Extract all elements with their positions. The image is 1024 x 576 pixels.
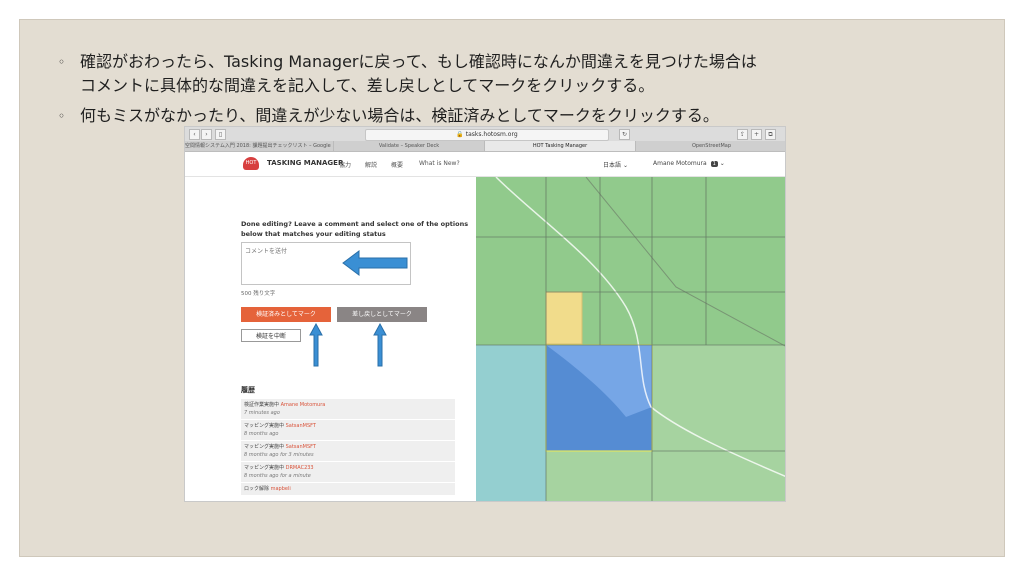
user-menu[interactable]: Amane Motomura 1 ⌄ — [653, 160, 725, 167]
arrow-up-icon — [309, 323, 323, 367]
bullet-text: 何もミスがなかったり、間違えが少ない場合は、検証済みとしてマークをクリックする。 — [80, 104, 719, 128]
history-time: 8 months ago — [244, 431, 279, 437]
mark-validated-button[interactable]: 検証済みとしてマーク — [241, 307, 331, 322]
history-user[interactable]: SatsanMSFT — [286, 444, 316, 450]
browser-toolbar: ‹ › ▯ 🔒 tasks.hotosm.org ↻ ⇪ + ⧉ — [185, 127, 785, 142]
arrow-left-icon — [342, 250, 408, 276]
history-line: マッピング実施中 DRMAC233 — [244, 464, 452, 472]
bullet-item: ◦ 確認がおわったら、Tasking Managerに戻って、もし確認時になんか… — [58, 50, 958, 98]
history-time: 7 minutes ago — [244, 410, 280, 416]
back-icon[interactable]: ‹ — [189, 129, 200, 140]
history-line: ロック解除 mapbeli — [244, 485, 452, 493]
address-bar[interactable]: 🔒 tasks.hotosm.org — [365, 129, 609, 141]
history-action: ロック解除 — [244, 486, 270, 492]
bullet-text: 確認がおわったら、Tasking Managerに戻って、もし確認時になんか間違… — [80, 50, 757, 98]
task-panel: Done editing? Leave a comment and select… — [185, 177, 476, 501]
app-header: HOT TASKING MANAGER 協力 解説 概要 What is New… — [185, 152, 785, 177]
nav-learn[interactable]: 解説 — [365, 160, 377, 169]
add-tab-icon[interactable]: + — [751, 129, 762, 140]
brand-name[interactable]: TASKING MANAGER — [267, 159, 343, 167]
history-item: ロック解除 mapbeli — [241, 483, 455, 496]
tabs-icon[interactable]: ⧉ — [765, 129, 776, 140]
user-name: Amane Motomura — [653, 160, 707, 167]
history-time: 8 months ago for a minute — [244, 473, 311, 479]
bullet-mark: ◦ — [58, 55, 66, 69]
history-user[interactable]: mapbeli — [271, 486, 291, 492]
history-action: マッピング実施中 — [244, 423, 285, 429]
map-water-tile — [476, 345, 546, 501]
chevron-down-icon: ⌄ — [719, 160, 725, 167]
history-line: 検証作業実施中 Amane Motomura — [244, 401, 452, 409]
mark-invalidated-button[interactable]: 差し戻しとしてマーク — [337, 307, 427, 322]
browser-tab[interactable]: 空間情報システム入門 2018: 課題提出チェックリスト – Google スプ… — [185, 141, 334, 151]
history-title: 履歴 — [241, 386, 255, 394]
history-line: マッピング実施中 SatsanMSFT — [244, 443, 452, 451]
bullet-line: コメントに具体的な間違えを記入して、差し戻しとしてマークをクリックする。 — [80, 76, 655, 95]
map-tile-locked[interactable] — [545, 291, 583, 345]
bullet-list: ◦ 確認がおわったら、Tasking Managerに戻って、もし確認時になんか… — [58, 50, 958, 134]
share-icon[interactable]: ⇪ — [737, 129, 748, 140]
chevron-down-icon: ⌄ — [622, 162, 628, 169]
reload-icon[interactable]: ↻ — [619, 129, 630, 140]
history-line: マッピング実施中 SatsanMSFT — [244, 422, 452, 430]
history-item: 検証作業実施中 Amane Motomura 7 minutes ago — [241, 399, 455, 420]
nav-contribute[interactable]: 協力 — [339, 160, 351, 169]
browser-tab-active[interactable]: HOT Tasking Manager — [485, 141, 636, 151]
history-time: 8 months ago for 3 minutes — [244, 452, 314, 458]
history-item: マッピング実施中 DRMAC233 8 months ago for a min… — [241, 462, 455, 483]
sidebar-icon[interactable]: ▯ — [215, 129, 226, 140]
url-text: tasks.hotosm.org — [465, 131, 518, 138]
history-user[interactable]: SatsanMSFT — [286, 423, 316, 429]
history-action: マッピング実施中 — [244, 444, 285, 450]
browser-screenshot: ‹ › ▯ 🔒 tasks.hotosm.org ↻ ⇪ + ⧉ 空間情報システ… — [184, 126, 786, 502]
notification-badge: 1 — [710, 161, 718, 167]
history-user[interactable]: DRMAC233 — [286, 465, 314, 471]
editing-prompt: Done editing? Leave a comment and select… — [241, 220, 469, 238]
nav-whats-new[interactable]: What is New? — [419, 160, 460, 167]
char-count: 500 残り文字 — [241, 291, 276, 297]
forward-icon[interactable]: › — [201, 129, 212, 140]
browser-tab[interactable]: Validate – Speaker Deck — [334, 141, 485, 151]
history-action: 検証作業実施中 — [244, 402, 280, 408]
history-item: マッピング実施中 SatsanMSFT 8 months ago — [241, 420, 455, 441]
bullet-line: 何もミスがなかったり、間違えが少ない場合は、検証済みとしてマークをクリックする。 — [80, 106, 719, 125]
history-item: マッピング実施中 SatsanMSFT 8 months ago for 3 m… — [241, 441, 455, 462]
task-map[interactable] — [476, 177, 786, 502]
bullet-mark: ◦ — [58, 109, 66, 123]
language-selector[interactable]: 日本語 ⌄ — [603, 160, 628, 169]
history-action: マッピング実施中 — [244, 465, 285, 471]
stop-validation-button[interactable]: 検証を中断 — [241, 329, 301, 342]
bullet-line: 確認がおわったら、Tasking Managerに戻って、もし確認時になんか間違… — [80, 52, 757, 71]
bullet-item: ◦ 何もミスがなかったり、間違えが少ない場合は、検証済みとしてマークをクリックす… — [58, 104, 958, 128]
arrow-up-icon — [373, 323, 387, 367]
lock-icon: 🔒 — [456, 131, 464, 138]
nav-about[interactable]: 概要 — [391, 160, 403, 169]
tab-bar: 空間情報システム入門 2018: 課題提出チェックリスト – Google スプ… — [185, 141, 785, 152]
browser-tab[interactable]: OpenStreetMap — [636, 141, 785, 151]
hot-logo[interactable]: HOT — [243, 157, 259, 170]
language-label: 日本語 — [603, 162, 622, 169]
history-user[interactable]: Amane Motomura — [281, 402, 326, 408]
